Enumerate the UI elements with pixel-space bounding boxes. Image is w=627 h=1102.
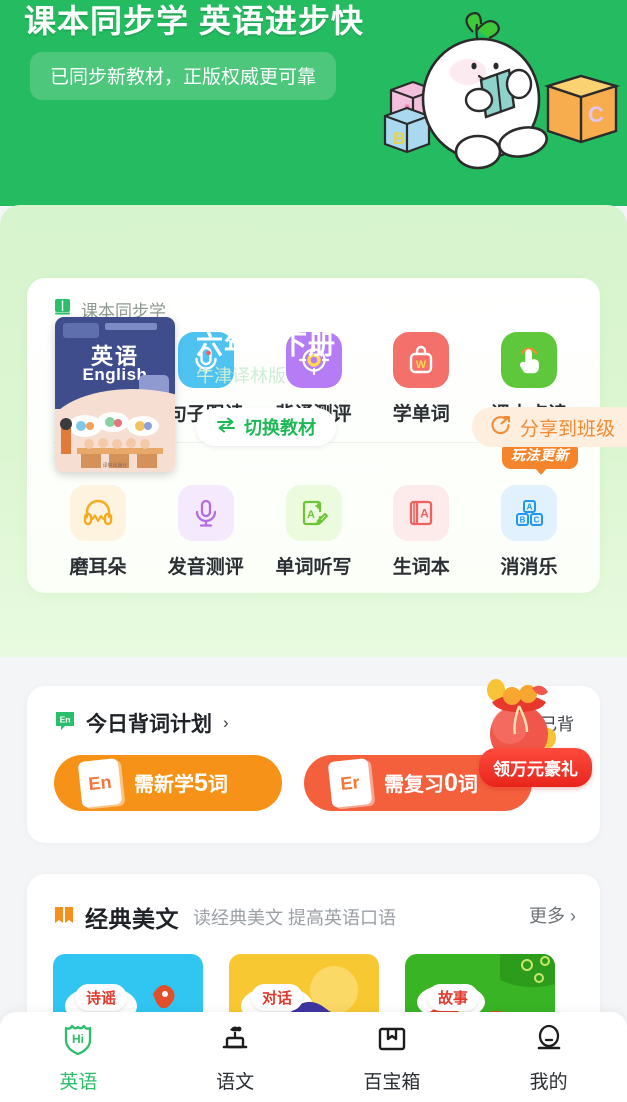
new-words-count: 5 [194,769,208,797]
tab-label: 我的 [529,1071,568,1093]
new-words-text: 需新学5词 [134,768,228,798]
feature-label: 生词本 [392,557,450,578]
essay-subtitle: 读经典美文 提高英语口语 [193,908,396,928]
essay-more-button[interactable]: 更多 › [529,902,576,928]
abc-blocks-icon: A B C [501,485,557,541]
svg-text:C: C [588,102,604,127]
en-tag-icon: En [53,709,77,738]
review-words-text: 需复习0词 [384,768,478,798]
tab-label: 英语 [59,1071,98,1093]
switch-textbook-label: 切换教材 [244,418,316,438]
new-words-prefix: 需新学 [134,774,194,796]
word-icon-row: 磨耳朵 发音测评 A 单词听写 A 生词本 A B C 消消乐 [27,477,600,579]
feature-new-words-book[interactable]: A 生词本 [376,485,466,579]
user-circle-icon [532,1021,566,1060]
switch-textbook-button[interactable]: 切换教材 [196,408,336,446]
gift-promo-badge[interactable]: 领万元豪礼 [479,748,592,787]
toolbox-icon [375,1021,409,1060]
hi-shield-icon: Hi [61,1021,95,1060]
feature-label: 发音测评 [167,557,244,578]
feature-label: 消消乐 [500,557,558,578]
new-words-suffix: 词 [207,774,228,796]
review-words-suffix: 词 [457,774,478,796]
feature-word-dictation[interactable]: A 单词听写 [269,485,359,579]
app-screen: 课本同步学 英语进步快 已同步新教材，正版权威更可靠 A B [0,0,627,1102]
tab-profile[interactable]: 我的 [470,1012,627,1102]
microphone-icon [177,485,234,541]
tab-toolbox[interactable]: 百宝箱 [314,1012,471,1102]
essay-item-label: 对话 [251,984,304,1011]
feature-label: 单词听写 [275,557,352,578]
desk-lamp-icon [218,1021,252,1060]
feature-ear-training[interactable]: 磨耳朵 [53,485,143,579]
daily-word-plan-card: En 今日背词计划 › 已背 领万元豪礼 En 需新学5词 Er 需复习0词 [27,679,600,843]
feature-match-game[interactable]: A B C 消消乐 [484,485,574,579]
svg-text:En: En [60,714,71,724]
hero-subtitle-pill: 已同步新教材，正版权威更可靠 [30,52,337,100]
svg-text:B: B [520,516,526,525]
plan-title: 今日背词计划 [86,713,212,736]
svg-text:W: W [416,359,427,371]
er-card-icon: Er [327,758,373,808]
svg-text:A: A [307,509,315,521]
cover-series-label [105,323,157,330]
hero-banner: 课本同步学 英语进步快 已同步新教材，正版权威更可靠 A B [0,0,627,206]
tab-chinese[interactable]: 语文 [157,1012,314,1102]
share-to-class-label: 分享到班级 [519,418,615,440]
feature-label: 学单词 [392,404,450,425]
feature-learn-words[interactable]: W 学单词 [376,332,466,426]
a-plus-paper-icon: A [285,485,342,541]
review-words-prefix: 需复习 [384,774,444,796]
open-book-a-icon: A [393,485,450,541]
share-to-class-button[interactable]: 分享到班级 [471,407,627,447]
page-title: 课本同步学 英语进步快 [24,3,364,39]
chevron-right-icon: › [223,713,229,732]
tab-label: 百宝箱 [363,1071,421,1093]
svg-text:A: A [527,503,533,512]
essay-more-label: 更多 [528,906,565,926]
new-words-button[interactable]: En 需新学5词 [54,755,282,811]
tab-label: 语文 [216,1071,255,1093]
review-words-count: 0 [444,769,458,797]
essay-item-label: 诗谣 [75,984,128,1011]
essay-item-label: 故事 [427,984,480,1011]
tab-english[interactable]: Hi 英语 [0,1012,157,1102]
headphones-wave-icon [70,485,126,541]
svg-text:B: B [393,129,405,148]
cover-emblem [63,323,99,338]
en-card-icon: En [77,758,123,808]
word-bag-icon: W [393,332,450,388]
tap-finger-icon [501,332,557,388]
cover-publisher: 译林出版社 [102,463,128,469]
swap-arrows-icon [216,417,236,438]
grade-title: 六年级下册 [196,330,336,360]
bottom-tab-bar: Hi 英语 语文 百宝箱 我的 [0,1012,627,1102]
svg-text:C: C [534,516,540,525]
share-circle-icon [490,414,512,441]
feature-label: 磨耳朵 [69,557,127,578]
textbook-version: 牛津译林版 [196,366,286,386]
svg-text:Hi: Hi [72,1032,84,1046]
essay-header: 经典美文 读经典美文 提高英语口语 [27,874,600,934]
feature-pronunciation-test[interactable]: 发音测评 [161,485,251,579]
textbook-cover[interactable]: 英语 English 译林出版社 [55,317,175,472]
orange-book-icon [53,904,75,931]
mascot-character-reading-icon: A B C [373,4,623,184]
essay-title: 经典美文 [85,906,179,932]
svg-text:A: A [420,507,429,521]
chevron-right-icon: › [570,906,576,926]
